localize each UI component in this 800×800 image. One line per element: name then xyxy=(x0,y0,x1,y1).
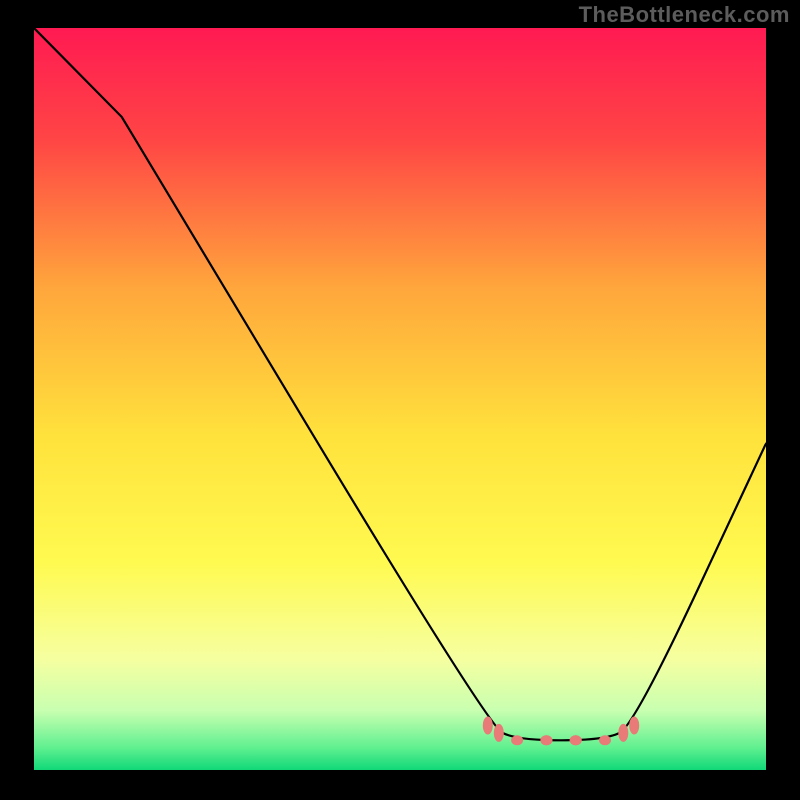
optimal-marker xyxy=(540,735,552,745)
optimal-marker xyxy=(483,717,493,735)
watermark-label: TheBottleneck.com xyxy=(579,2,790,28)
plot-background xyxy=(34,28,766,770)
optimal-marker xyxy=(511,735,523,745)
bottleneck-plot xyxy=(34,28,766,770)
chart-frame: TheBottleneck.com xyxy=(0,0,800,800)
optimal-marker xyxy=(570,735,582,745)
optimal-marker xyxy=(618,724,628,742)
optimal-marker xyxy=(494,724,504,742)
optimal-marker xyxy=(599,735,611,745)
plot-svg xyxy=(34,28,766,770)
optimal-marker xyxy=(629,717,639,735)
